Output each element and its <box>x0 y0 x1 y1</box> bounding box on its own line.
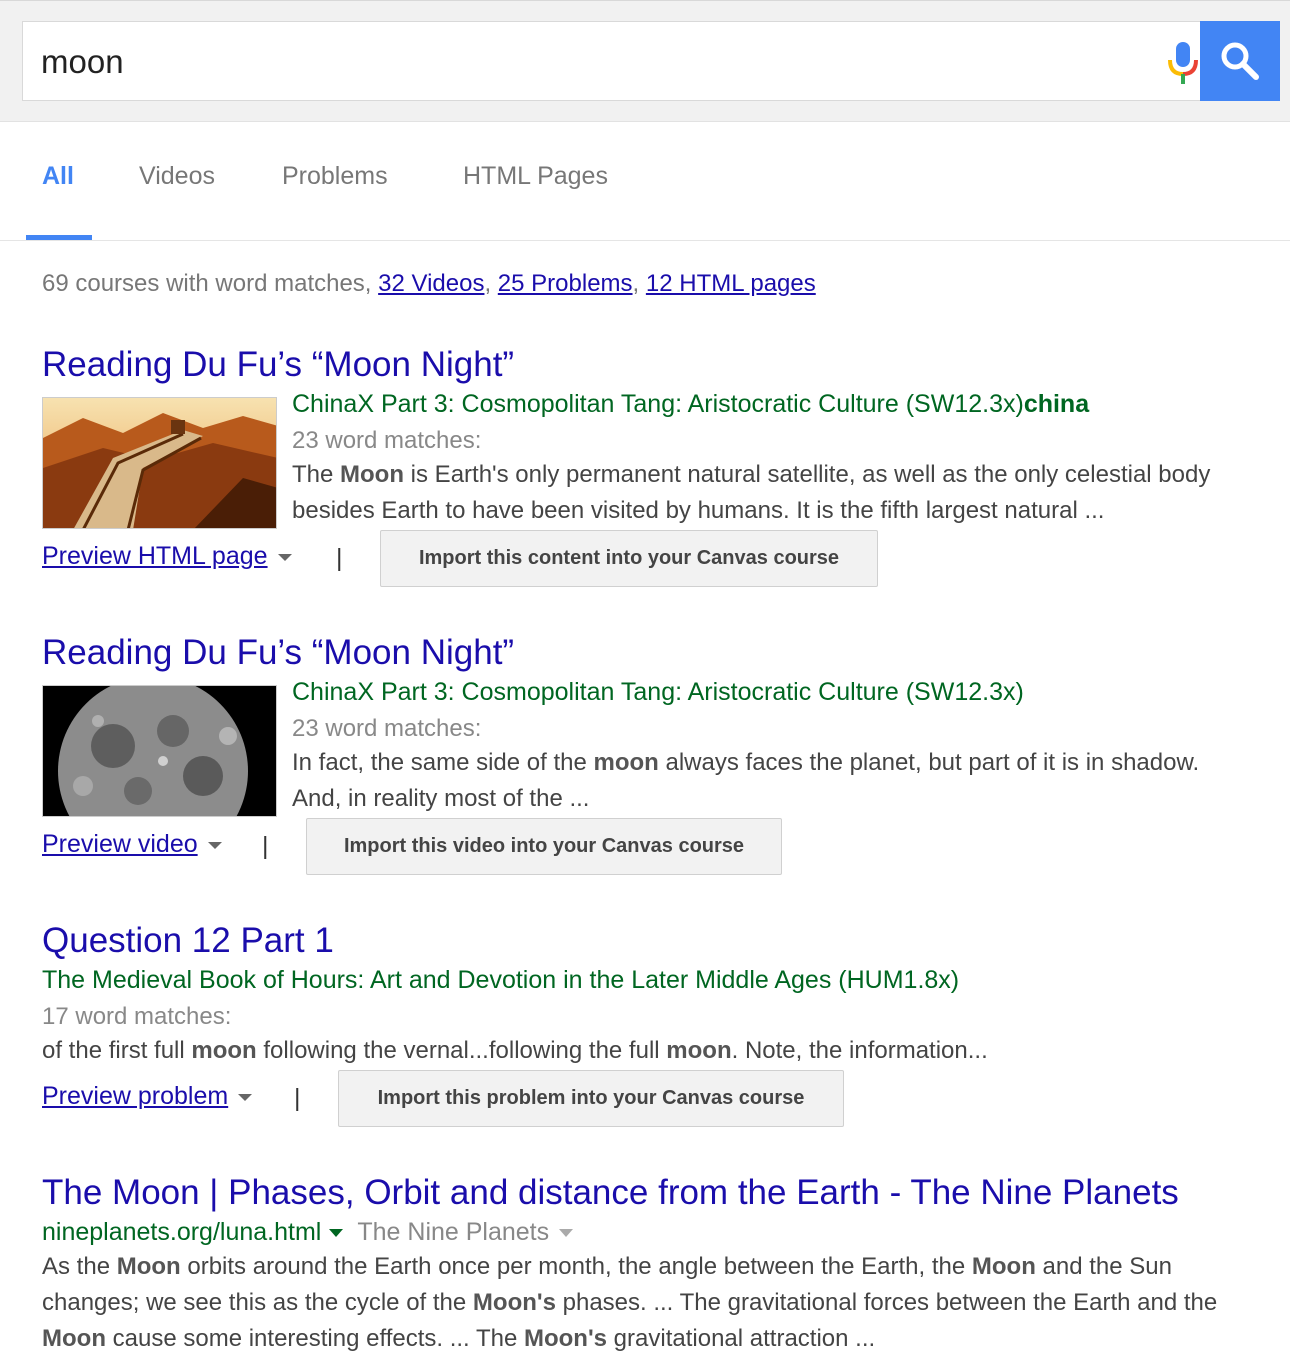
active-tab-indicator <box>26 235 92 240</box>
preview-problem-link[interactable]: Preview problem <box>42 1082 253 1111</box>
summary-text: 69 courses with word matches, <box>42 270 379 297</box>
word-match-count: 17 word matches: <box>42 1003 232 1030</box>
separator: | <box>336 544 343 572</box>
search-button[interactable] <box>1200 21 1280 101</box>
tab-problems[interactable]: Problems <box>282 162 388 191</box>
word-match-count: 23 word matches: <box>292 427 482 454</box>
import-video-button[interactable]: Import this video into your Canvas cours… <box>306 818 782 875</box>
result-title[interactable]: The Moon | Phases, Orbit and distance fr… <box>42 1173 1179 1213</box>
result-thumbnail-great-wall[interactable] <box>42 397 277 529</box>
preview-html-page-link[interactable]: Preview HTML page <box>42 542 292 571</box>
import-content-button[interactable]: Import this content into your Canvas cou… <box>380 530 878 587</box>
search-header <box>0 0 1290 122</box>
caret-down-icon[interactable] <box>559 1229 574 1238</box>
caret-down-icon[interactable] <box>207 841 222 849</box>
result-url-line: nineplanets.org/luna.html The Nine Planet… <box>42 1218 574 1247</box>
course-tag: china <box>1023 390 1090 418</box>
html-pages-count-link[interactable]: 12 HTML pages <box>646 270 816 297</box>
results-summary: 69 courses with word matches, 32 Videos,… <box>42 270 816 298</box>
import-problem-button[interactable]: Import this problem into your Canvas cou… <box>338 1070 844 1127</box>
separator: | <box>262 832 269 860</box>
result-snippet: As the Moon orbits around the Earth once… <box>42 1253 1218 1352</box>
preview-label: Preview video <box>42 830 198 858</box>
summary-comma: , <box>484 270 498 297</box>
result-title[interactable]: Reading Du Fu’s “Moon Night” <box>42 633 514 673</box>
caret-down-icon[interactable] <box>238 1093 253 1101</box>
result-course[interactable]: ChinaX Part 3: Cosmopolitan Tang: Aristo… <box>292 678 1024 707</box>
preview-label: Preview HTML page <box>42 542 268 570</box>
problems-count-link[interactable]: 25 Problems <box>498 270 633 297</box>
search-tabs: All Videos Problems HTML Pages <box>0 122 1290 241</box>
course-name: ChinaX Part 3: Cosmopolitan Tang: Aristo… <box>292 390 1024 418</box>
tab-all[interactable]: All <box>42 162 74 191</box>
videos-count-link[interactable]: 32 Videos <box>378 270 484 297</box>
result-title[interactable]: Reading Du Fu’s “Moon Night” <box>42 345 514 385</box>
result-url[interactable]: nineplanets.org/luna.html <box>42 1218 321 1246</box>
tab-videos[interactable]: Videos <box>139 162 215 191</box>
search-input[interactable] <box>41 40 1121 84</box>
result-title[interactable]: Question 12 Part 1 <box>42 921 334 961</box>
result-snippet: of the first full moon following the ver… <box>42 1037 988 1064</box>
summary-comma: , <box>632 270 646 297</box>
site-name: The Nine Planets <box>357 1218 550 1246</box>
result-course[interactable]: The Medieval Book of Hours: Art and Devo… <box>42 966 959 995</box>
caret-down-icon[interactable] <box>329 1229 344 1238</box>
result-snippet: In fact, the same side of the moon alway… <box>292 749 1200 812</box>
result-thumbnail-moon[interactable] <box>42 685 277 817</box>
preview-label: Preview problem <box>42 1082 229 1110</box>
word-match-count: 23 word matches: <box>292 715 482 742</box>
result-snippet: The Moon is Earth's only permanent natur… <box>292 461 1211 524</box>
search-box <box>22 21 1201 101</box>
tab-html-pages[interactable]: HTML Pages <box>463 162 608 191</box>
microphone-icon[interactable] <box>1163 40 1203 86</box>
preview-video-link[interactable]: Preview video <box>42 830 222 859</box>
caret-down-icon[interactable] <box>277 553 292 561</box>
separator: | <box>294 1084 301 1112</box>
result-course[interactable]: ChinaX Part 3: Cosmopolitan Tang: Aristo… <box>292 390 1089 419</box>
